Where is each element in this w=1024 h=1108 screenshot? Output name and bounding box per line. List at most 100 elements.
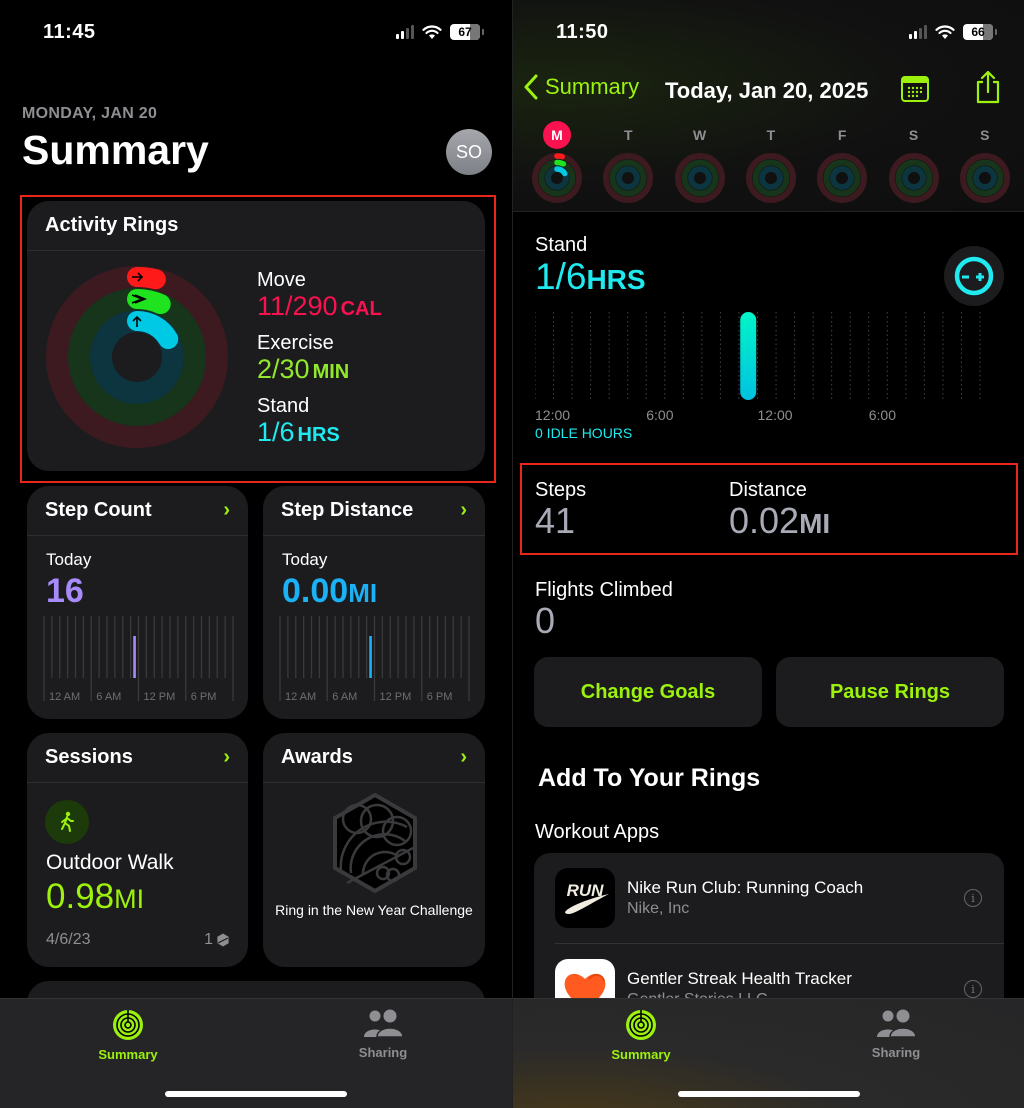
day-letter: S [908, 127, 919, 143]
workout-name: Outdoor Walk [46, 851, 174, 874]
section-heading: Add To Your Rings [538, 764, 761, 792]
stand-value: 1/6HRS [535, 256, 646, 297]
sessions-card[interactable]: Sessions › Outdoor Walk 0.98MI 4/6/23 1 [27, 733, 248, 967]
axis-tick-label: 6:00 [646, 407, 673, 423]
day-letter: W [692, 127, 707, 143]
navigation-bar: Summary Today, Jan 20, 2025 [513, 70, 1024, 110]
hexagon-badge-icon [217, 933, 229, 947]
day-rings-icon [888, 153, 939, 203]
day-detail-screen: 11:50 66 Summary Today, Jan 20, 2025 M T W… [512, 0, 1024, 1108]
award-name: Ring in the New Year Challenge [275, 902, 473, 918]
stand-hourly-chart: 12:00 6:00 12:00 6:00 [535, 312, 981, 423]
activity-rings-chart [46, 266, 228, 448]
profile-avatar[interactable]: SO [446, 129, 492, 175]
move-label: Move [257, 269, 306, 291]
chevron-right-icon: › [460, 746, 467, 768]
change-goals-button[interactable]: Change Goals [534, 657, 762, 727]
day-rings-icon [674, 153, 725, 203]
day-rings-icon [817, 153, 868, 203]
card-title: Activity Rings [45, 214, 179, 236]
axis-tick-label: 12 PM [380, 691, 412, 703]
steps-value: 41 [535, 500, 576, 541]
day-letter: S [980, 127, 990, 143]
stand-value: 1/6HRS [257, 417, 340, 447]
ring-progress [554, 159, 567, 167]
cellular-signal-icon [909, 25, 927, 39]
list-item[interactable]: RUN Nike Run Club: Running Coach Nike, I… [534, 853, 1004, 944]
day-letter: M [543, 121, 571, 149]
stand-label: Stand [535, 234, 588, 256]
day-letter: T [624, 127, 633, 143]
step-distance-card[interactable]: Step Distance › Today 0.00MI 12 AM 6 AM 12 … [263, 486, 485, 719]
info-icon[interactable]: i [964, 980, 982, 998]
tab-summary[interactable]: Summary [68, 1009, 188, 1062]
status-bar: 11:50 66 [513, 0, 1024, 60]
share-button[interactable] [975, 70, 1001, 109]
workout-date: 4/6/23 [46, 931, 91, 948]
adjust-stand-goal-button[interactable] [944, 246, 1004, 306]
battery-indicator: 67 [450, 24, 480, 40]
pause-rings-button[interactable]: Pause Rings [776, 657, 1004, 727]
exercise-value: 2/30 MIN [257, 354, 350, 384]
day-5[interactable]: S [888, 121, 940, 204]
period-label: Today [282, 550, 328, 569]
axis-tick-label: 6 PM [427, 691, 453, 703]
flights-label: Flights Climbed [535, 579, 673, 601]
tab-bar: Summary Sharing [513, 998, 1024, 1108]
chevron-right-icon: › [223, 746, 230, 768]
activity-rings-tab-icon [113, 1010, 143, 1040]
flights-value: 0 [535, 600, 556, 641]
info-icon[interactable]: i [964, 889, 982, 907]
axis-tick-label: 12:00 [535, 407, 570, 423]
day-6[interactable]: S [959, 121, 1011, 204]
day-letter: F [837, 127, 847, 143]
chevron-right-icon: › [460, 499, 467, 521]
nav-title: Today, Jan 20, 2025 [665, 78, 869, 103]
back-button[interactable]: Summary [523, 74, 639, 100]
award-badge-icon [333, 792, 417, 894]
awards-card[interactable]: Awards › Ring in the New Year Challenge [263, 733, 485, 967]
app-developer: Nike, Inc [627, 900, 690, 917]
tab-sharing[interactable]: Sharing [323, 1009, 443, 1060]
subsection-label: Workout Apps [535, 821, 660, 843]
steps-label: Steps [535, 479, 587, 501]
day-letter: T [766, 127, 776, 143]
workout-count: 1 [204, 931, 230, 949]
chevron-right-icon: › [223, 499, 230, 521]
walking-figure-icon [45, 800, 89, 844]
status-time: 11:50 [556, 21, 609, 43]
day-3[interactable]: T [745, 121, 797, 204]
tab-sharing[interactable]: Sharing [836, 1009, 956, 1060]
tab-summary[interactable]: Summary [581, 1009, 701, 1062]
people-icon [364, 1009, 404, 1038]
step-count-card[interactable]: Step Count › Today 16 12 AM 6 AM 12 PM 6 PM [27, 486, 248, 719]
status-time: 11:45 [43, 21, 96, 43]
chevron-left-icon [524, 74, 538, 100]
date-label: MONDAY, JAN 20 [22, 105, 158, 122]
move-value: 11/290 CAL [257, 291, 382, 321]
wifi-icon [422, 24, 442, 39]
workout-distance: 0.98MI [46, 877, 145, 916]
day-0[interactable]: M [531, 121, 583, 204]
axis-tick-label: 6 AM [332, 691, 357, 703]
period-label: Today [46, 550, 92, 569]
activity-rings-tab-icon [626, 1010, 656, 1040]
activity-rings-card[interactable]: Activity Rings Move 11/290 CAL Exercise 2… [27, 201, 485, 471]
axis-tick-label: 12:00 [758, 407, 793, 423]
axis-tick-label: 6 AM [96, 691, 121, 703]
card-title: Awards [281, 746, 353, 768]
home-indicator[interactable] [678, 1091, 860, 1097]
day-4[interactable]: F [816, 121, 868, 204]
distance-label: Distance [729, 479, 807, 501]
day-rings-icon [532, 153, 582, 203]
calendar-button[interactable] [901, 76, 929, 107]
stand-label: Stand [257, 395, 310, 417]
day-2[interactable]: W [674, 121, 726, 204]
day-1[interactable]: T [602, 121, 654, 204]
page-title: Summary [22, 127, 209, 173]
step-distance-hourly-chart: 12 AM 6 AM 12 PM 6 PM [279, 616, 470, 703]
home-indicator[interactable] [165, 1091, 347, 1097]
day-rings-icon [745, 153, 796, 203]
step-distance-value: 0.00MI [282, 572, 378, 610]
card-title: Step Count [45, 499, 152, 521]
